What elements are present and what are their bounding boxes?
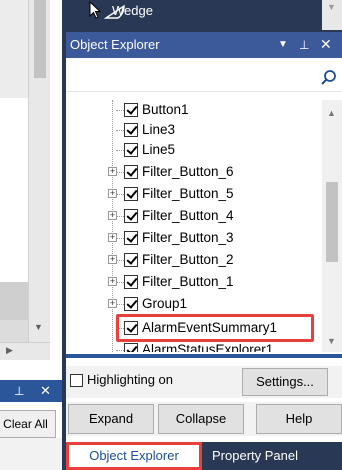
- tree-connector: [116, 238, 124, 239]
- adjacent-panel: ▼ ▶ ⊥ ✕ Clear All: [0, 0, 62, 470]
- scroll-down-arrow-icon[interactable]: ▼: [327, 336, 336, 346]
- help-button[interactable]: Help: [256, 404, 342, 434]
- highlighting-row: Highlighting on Settings...: [66, 366, 342, 398]
- tree-item[interactable]: + Group1: [66, 294, 322, 314]
- tree-connector: [116, 260, 124, 261]
- toolbox-item-wedge[interactable]: Wedge: [66, 0, 321, 30]
- search-bar: [66, 66, 342, 92]
- tree-item-label: Button1: [142, 102, 189, 117]
- scroll-down-arrow-icon[interactable]: ▼: [34, 322, 43, 332]
- tree-scroll-thumb[interactable]: [326, 182, 338, 262]
- adjacent-dock-titlebar: [0, 380, 62, 402]
- tree-item[interactable]: + Filter_Button_6: [66, 162, 322, 182]
- tree-item-checkbox[interactable]: [124, 297, 138, 311]
- settings-button[interactable]: Settings...: [242, 368, 328, 396]
- expand-plus-icon[interactable]: +: [108, 299, 117, 308]
- object-explorer-panel: Object Explorer ▼ ⊥ ✕ Button1 Line3 Line5 +…: [66, 32, 342, 442]
- object-explorer-titlebar[interactable]: Object Explorer ▼ ⊥ ✕: [66, 32, 342, 58]
- panel-separator: [66, 354, 342, 358]
- tree-item[interactable]: Button1: [66, 100, 322, 120]
- tree-connector: [116, 150, 124, 151]
- toolbox-scrollbar[interactable]: ▼: [322, 0, 342, 30]
- search-icon[interactable]: [320, 69, 338, 87]
- tree-item-label: Filter_Button_5: [142, 186, 234, 201]
- adjacent-footer: [0, 438, 62, 470]
- tree-item-checkbox[interactable]: [124, 343, 138, 352]
- tree-item[interactable]: + Filter_Button_2: [66, 250, 322, 270]
- panel-tab-strip: Object Explorer Property Panel: [62, 442, 342, 470]
- tree-item-checkbox[interactable]: [124, 165, 138, 179]
- highlight-annotation: [116, 314, 314, 342]
- highlighting-label[interactable]: Highlighting on: [87, 372, 173, 388]
- tree-connector: [116, 110, 124, 111]
- tree-item[interactable]: + Filter_Button_5: [66, 184, 322, 204]
- scroll-down-arrow-icon[interactable]: ▼: [327, 2, 336, 12]
- tree-connector: [116, 350, 124, 351]
- tree-connector: [116, 282, 124, 283]
- pin-icon[interactable]: ⊥: [14, 380, 24, 402]
- close-icon[interactable]: ✕: [40, 380, 51, 402]
- expand-button[interactable]: Expand: [68, 404, 154, 434]
- expand-plus-icon[interactable]: +: [108, 233, 117, 242]
- tree-connector: [116, 172, 124, 173]
- tab-object-explorer[interactable]: Object Explorer: [66, 442, 202, 470]
- toolbox-item-label: Wedge: [112, 3, 153, 18]
- tree-item-label: Filter_Button_3: [142, 230, 234, 245]
- expand-plus-icon[interactable]: +: [108, 277, 117, 286]
- pin-icon[interactable]: ⊥: [299, 37, 309, 53]
- adjacent-row[interactable]: [0, 320, 28, 342]
- tab-property-panel[interactable]: Property Panel: [206, 442, 342, 470]
- action-buttons: Expand Collapse Help: [66, 402, 342, 436]
- adjacent-selected-row[interactable]: [0, 282, 28, 320]
- tree-item-checkbox[interactable]: [124, 275, 138, 289]
- tree-item-label: Line5: [142, 142, 176, 157]
- tree-item-label: Filter_Button_6: [142, 164, 234, 179]
- expand-plus-icon[interactable]: +: [108, 189, 117, 198]
- tree-connector: [116, 216, 124, 217]
- tree-item-label: Filter_Button_4: [142, 208, 234, 223]
- search-input[interactable]: [68, 68, 318, 88]
- tree-item-checkbox[interactable]: [124, 209, 138, 223]
- close-icon[interactable]: ✕: [320, 36, 332, 52]
- tree-connector: [116, 130, 124, 131]
- collapse-button[interactable]: Collapse: [158, 404, 244, 434]
- tree-item-checkbox[interactable]: [124, 143, 138, 157]
- tree-item-label: Filter_Button_2: [142, 252, 234, 267]
- expand-plus-icon[interactable]: +: [108, 167, 117, 176]
- tree-item[interactable]: + Filter_Button_4: [66, 206, 322, 226]
- panel-title: Object Explorer: [70, 37, 160, 52]
- tree-item-checkbox[interactable]: [124, 187, 138, 201]
- clear-all-button[interactable]: Clear All: [0, 410, 56, 438]
- tree-item-label: Filter_Button_1: [142, 274, 234, 289]
- chevron-down-icon[interactable]: ▼: [278, 37, 288, 53]
- tree-connector: [116, 304, 124, 305]
- tree-item-label: Group1: [142, 296, 188, 311]
- tree-connector: [116, 194, 124, 195]
- highlighting-checkbox[interactable]: [70, 374, 83, 387]
- toolbox-panel: Wedge ▼: [66, 0, 342, 30]
- tree-item-label: Line3: [142, 122, 176, 137]
- tree-item[interactable]: + Filter_Button_3: [66, 228, 322, 248]
- expand-plus-icon[interactable]: +: [108, 211, 117, 220]
- adjacent-scroll-thumb[interactable]: [34, 0, 46, 78]
- tree-item-checkbox[interactable]: [124, 231, 138, 245]
- screen: ▼ ▶ ⊥ ✕ Clear All Wedge ▼ Object Explore…: [0, 0, 342, 470]
- expand-plus-icon[interactable]: +: [108, 255, 117, 264]
- tree-item-checkbox[interactable]: [124, 253, 138, 267]
- tree-item-checkbox[interactable]: [124, 103, 138, 117]
- tree-item[interactable]: Line5: [66, 140, 322, 160]
- scroll-right-arrow-icon[interactable]: ▶: [6, 345, 13, 355]
- tree-item[interactable]: + Filter_Button_1: [66, 272, 322, 292]
- tree-item-checkbox[interactable]: [124, 123, 138, 137]
- scroll-up-arrow-icon[interactable]: ▲: [327, 108, 336, 118]
- tree-item[interactable]: Line3: [66, 120, 322, 140]
